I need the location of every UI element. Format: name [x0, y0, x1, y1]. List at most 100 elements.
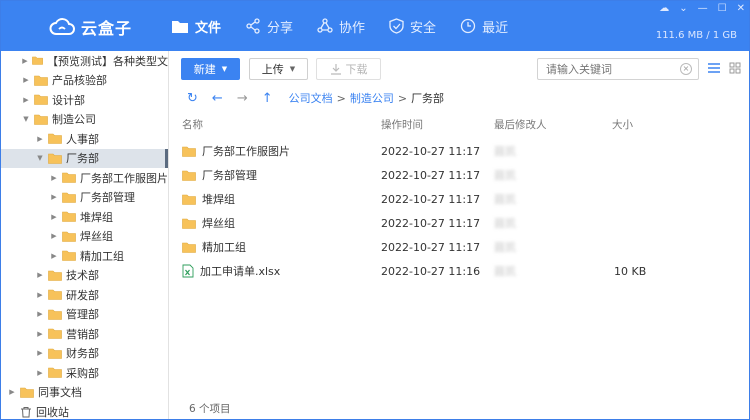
header-modifier[interactable]: 最后修改人 — [494, 117, 547, 132]
file-name-cell: 厂务部工作服图片 — [182, 143, 290, 159]
app-logo: 云盒子 — [49, 15, 132, 39]
caret-right-icon[interactable]: ▶ — [49, 174, 59, 182]
sidebar-item[interactable]: ▶ 人事部 — [1, 129, 168, 149]
file-modifier: 聂凯 — [494, 217, 516, 230]
sidebar-item[interactable]: ▶ 【预览测试】各种类型文 — [1, 51, 168, 71]
search-box: × — [537, 58, 699, 80]
caret-right-icon[interactable]: ▶ — [35, 349, 45, 357]
list-view-icon[interactable] — [707, 62, 721, 74]
caret-right-icon[interactable]: ▶ — [35, 369, 45, 377]
caret-right-icon[interactable]: ▶ — [35, 330, 45, 338]
up-arrow-icon[interactable]: ↑ — [262, 91, 273, 106]
nav-security[interactable]: 安全 — [389, 1, 436, 51]
nav-recent[interactable]: 最近 — [460, 1, 508, 51]
sidebar-item[interactable]: ▼ 制造公司 — [1, 110, 168, 130]
sidebar-item[interactable]: ▶ 堆焊组 — [1, 207, 168, 227]
header-name[interactable]: 名称 — [182, 117, 203, 132]
upload-button[interactable]: 上传 ▼ — [249, 58, 308, 80]
nav-share[interactable]: 分享 — [245, 1, 293, 51]
download-button[interactable]: 下载 — [316, 58, 381, 80]
close-icon[interactable]: ✕ — [737, 3, 745, 14]
folder-icon — [62, 172, 76, 184]
sidebar-item[interactable]: ▶ 设计部 — [1, 90, 168, 110]
file-name-cell: 厂务部管理 — [182, 167, 257, 183]
header-size[interactable]: 大小 — [612, 117, 633, 132]
table-row[interactable]: 厂务部管理 2022-10-27 11:17 聂凯 — [175, 163, 749, 187]
breadcrumb-item[interactable]: 制造公司 — [350, 90, 394, 106]
table-row[interactable]: 加工申请单.xlsx 2022-10-27 11:16 聂凯 10 KB — [175, 259, 749, 283]
caret-down-icon[interactable]: ▼ — [21, 115, 31, 123]
file-time: 2022-10-27 11:17 — [381, 168, 481, 182]
nav-collab[interactable]: 协作 — [317, 1, 365, 51]
cloud-logo-icon — [49, 18, 75, 35]
breadcrumb-item[interactable]: 公司文档 — [289, 90, 333, 106]
new-button[interactable]: 新建 ▼ — [181, 58, 240, 80]
caret-right-icon[interactable]: ▶ — [35, 271, 45, 279]
header-time[interactable]: 操作时间 — [381, 117, 423, 132]
folder-icon — [48, 309, 62, 320]
caret-right-icon[interactable]: ▶ — [35, 310, 45, 318]
search-input[interactable] — [546, 62, 676, 76]
folder-icon — [182, 218, 196, 229]
sidebar-item[interactable]: ▶ 产品核验部 — [1, 71, 168, 91]
folder-icon — [172, 20, 188, 33]
nav-collab-label: 协作 — [339, 20, 366, 36]
file-size: 10 KB — [614, 264, 647, 278]
sidebar-item[interactable]: ▶ 技术部 — [1, 266, 168, 286]
menu-chevron-icon[interactable]: ⌄ — [679, 3, 687, 14]
sidebar-item[interactable]: ▼ 厂务部 — [1, 148, 168, 168]
sidebar-item[interactable]: ▶ 采购部 — [1, 363, 168, 383]
folder-icon — [62, 192, 76, 203]
clear-search-icon[interactable]: × — [680, 63, 692, 75]
nav-files-label: 文件 — [195, 20, 222, 36]
caret-right-icon[interactable]: ▶ — [35, 291, 45, 299]
view-toggle — [707, 62, 741, 74]
table-row[interactable]: 精加工组 2022-10-27 11:17 聂凯 — [175, 235, 749, 259]
refresh-icon[interactable]: ↻ — [187, 91, 198, 106]
sidebar-item[interactable]: ▶ 同事文档 — [1, 383, 168, 403]
caret-right-icon[interactable]: ▶ — [35, 135, 45, 143]
folder-icon — [48, 328, 62, 340]
breadcrumb-current: 厂务部 — [411, 92, 445, 105]
caret-right-icon[interactable]: ▶ — [21, 96, 31, 104]
sidebar-item[interactable]: ▶ 研发部 — [1, 285, 168, 305]
sidebar-item[interactable]: ▶ 厂务部管理 — [1, 188, 168, 208]
caret-right-icon[interactable]: ▶ — [21, 57, 29, 65]
caret-right-icon[interactable]: ▶ — [49, 193, 59, 201]
table-row[interactable]: 厂务部工作服图片 2022-10-27 11:17 聂凯 — [175, 139, 749, 163]
download-button-label: 下载 — [345, 63, 368, 76]
sidebar-item-label: 人事部 — [66, 132, 99, 146]
folder-icon — [182, 146, 196, 157]
sidebar-item[interactable]: ▶ 厂务部工作服图片 — [1, 168, 168, 188]
app-window: 云盒子 文件 分享 协作 安全 最近 ☁ ⌄ — ☐ ✕ 111.6 MB / … — [0, 0, 750, 420]
caret-right-icon[interactable]: ▶ — [49, 232, 59, 240]
minimize-icon[interactable]: — — [698, 3, 708, 14]
sidebar-item-label: 研发部 — [66, 288, 99, 302]
sidebar-item[interactable]: ▶ 精加工组 — [1, 246, 168, 266]
back-arrow-icon[interactable]: ← — [212, 91, 223, 106]
nav-files[interactable]: 文件 — [171, 1, 221, 51]
caret-down-icon[interactable]: ▼ — [35, 154, 45, 162]
forward-arrow-icon[interactable]: → — [237, 91, 248, 106]
shield-icon — [389, 18, 404, 34]
grid-view-icon[interactable] — [729, 62, 741, 74]
caret-right-icon[interactable]: ▶ — [21, 76, 31, 84]
sidebar-item-label: 堆焊组 — [80, 210, 113, 224]
sidebar-item[interactable]: ▶ 营销部 — [1, 324, 168, 344]
folder-icon — [34, 114, 48, 125]
folder-icon — [182, 194, 196, 205]
caret-right-icon[interactable]: ▶ — [49, 252, 59, 260]
sidebar-item[interactable]: ▶ 财务部 — [1, 344, 168, 364]
maximize-icon[interactable]: ☐ — [718, 3, 727, 14]
table-row[interactable]: 焊丝组 2022-10-27 11:17 聂凯 — [175, 211, 749, 235]
table-row[interactable]: 堆焊组 2022-10-27 11:17 聂凯 — [175, 187, 749, 211]
caret-right-icon[interactable]: ▶ — [49, 213, 59, 221]
caret-right-icon[interactable]: ▶ — [7, 388, 17, 396]
sidebar-item[interactable]: ▶ 管理部 — [1, 305, 168, 325]
sync-cloud-icon[interactable]: ☁ — [659, 3, 669, 14]
item-count: 6 个项目 — [189, 403, 231, 415]
folder-icon — [32, 56, 43, 65]
folder-icon — [34, 94, 48, 106]
sidebar-item[interactable]: ▶ 焊丝组 — [1, 227, 168, 247]
sidebar-item[interactable]: 回收站 — [1, 402, 168, 419]
